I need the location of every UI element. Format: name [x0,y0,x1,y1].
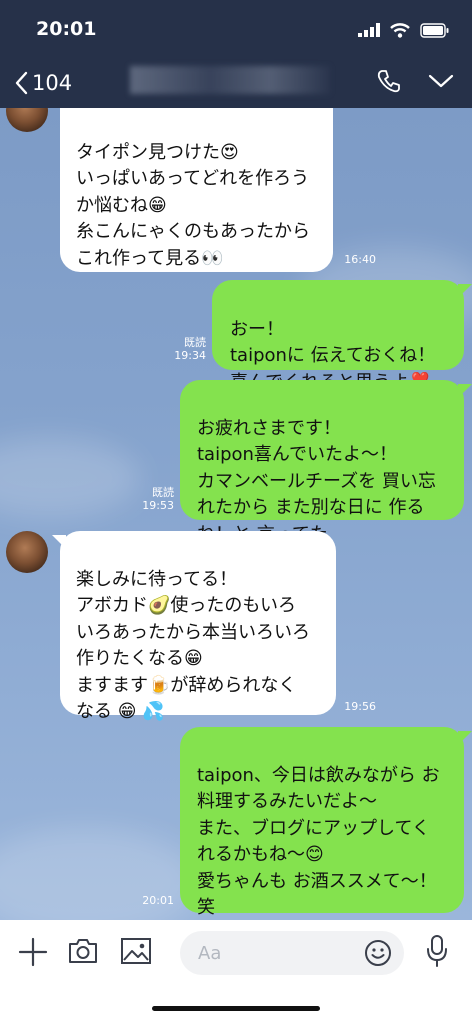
chevron-down-icon[interactable] [428,73,454,89]
background-cloud [0,438,140,518]
unread-count: 104 [32,71,73,95]
message-time: 16:40 [344,253,376,266]
signal-icon [358,23,380,37]
phone-icon[interactable] [376,68,402,94]
contact-name-blurred [130,66,330,94]
message-time: 20:01 [142,894,174,907]
message-bubble-outgoing: おー！ taiponに 伝えておくね！ 喜んでくれると思うよ❣️ [212,280,464,393]
bubble-tail [458,384,472,398]
message-text: taipon、今日は飲みながら お 料理するみたいだよ〜 また、ブログにアップし… [197,764,440,919]
battery-icon [420,22,449,38]
header-actions [376,68,454,94]
message-time: 19:56 [344,700,376,713]
message-bubble-incoming: タイポン見つけた😍 いっぱいあってどれを作ろう か悩むね😁 糸こんにゃくのもあっ… [60,108,333,272]
bubble-tail [458,731,472,745]
image-icon[interactable] [120,936,152,966]
message-meta: 既読 19:53 [128,486,174,512]
read-receipt: 既読 [152,486,174,499]
status-bar: 20:01 [0,0,472,58]
chevron-left-icon [15,71,28,95]
message-time: 19:34 [174,349,206,362]
avatar[interactable] [6,108,48,132]
plus-icon[interactable] [18,937,48,967]
message-time: 19:53 [142,499,174,512]
message-bubble-incoming: 楽しみに待ってる！ アボカド🥑使ったのもいろ いろあったから本当いろいろ 作りた… [60,531,336,722]
emoji-icon[interactable] [364,939,392,967]
read-receipt: 既読 [184,336,206,349]
status-time: 20:01 [36,18,97,40]
message-meta: 既読 19:34 [160,336,206,362]
avatar[interactable] [6,531,48,573]
bubble-tail [458,284,472,298]
chat-area[interactable]: タイポン見つけた😍 いっぱいあってどれを作ろう か悩むね😁 糸こんにゃくのもあっ… [0,108,472,920]
microphone-icon[interactable] [426,934,448,968]
message-bubble-outgoing: taipon、今日は飲みながら お 料理するみたいだよ〜 また、ブログにアップし… [180,727,464,918]
status-icons [358,20,450,40]
message-text: タイポン見つけた😍 いっぱいあってどれを作ろう か悩むね😁 糸こんにゃくのもあっ… [76,141,310,269]
message-bubble-outgoing: お疲れさまです！ taipon喜んでいたよ〜！ カマンベールチーズを 買い忘 れ… [180,380,464,545]
wifi-icon [390,22,410,38]
message-text: お疲れさまです！ taipon喜んでいたよ〜！ カマンベールチーズを 買い忘 れ… [197,417,436,545]
home-indicator[interactable] [152,1006,320,1011]
back-button[interactable]: 104 [14,66,72,100]
camera-icon[interactable] [67,937,99,965]
chat-header: 104 [0,58,472,108]
message-text: 楽しみに待ってる！ アボカド🥑使ったのもいろ いろあったから本当いろいろ 作りた… [76,568,310,723]
